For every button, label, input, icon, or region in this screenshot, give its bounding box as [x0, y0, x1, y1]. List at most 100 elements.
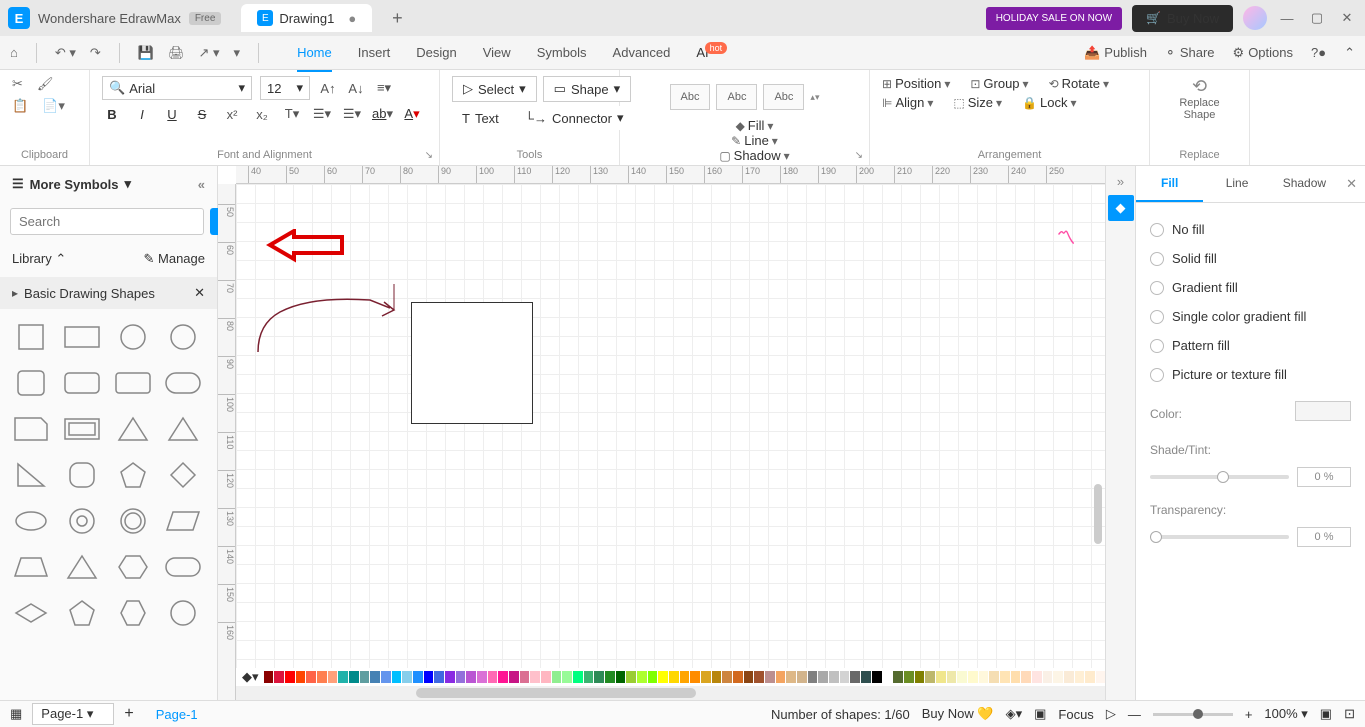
radio-single-gradient[interactable]: Single color gradient fill — [1150, 302, 1351, 331]
shape-diamond[interactable] — [164, 459, 202, 491]
color-cell[interactable] — [658, 671, 668, 683]
zoom-in-icon[interactable]: + — [1245, 707, 1253, 722]
transparency-value[interactable]: 0 % — [1297, 527, 1351, 547]
shape-triangle2[interactable] — [164, 413, 202, 445]
color-cell[interactable] — [915, 671, 925, 683]
close-section-icon[interactable]: ✕ — [194, 285, 205, 301]
shape-parallelogram[interactable] — [164, 505, 202, 537]
color-cell[interactable] — [979, 671, 989, 683]
vertical-scrollbar[interactable] — [1094, 484, 1102, 544]
color-cell[interactable] — [1032, 671, 1042, 683]
color-cell[interactable] — [573, 671, 583, 683]
radio-pattern-fill[interactable]: Pattern fill — [1150, 331, 1351, 360]
color-cell[interactable] — [381, 671, 391, 683]
color-cell[interactable] — [925, 671, 935, 683]
size-button[interactable]: ⬚ Size▾ — [953, 95, 1002, 110]
shape-right-triangle[interactable] — [12, 459, 50, 491]
color-cell[interactable] — [274, 671, 284, 683]
case-button[interactable]: T▾ — [282, 106, 302, 122]
copy-icon[interactable]: 📋 — [12, 98, 28, 114]
transparency-slider[interactable] — [1150, 535, 1289, 539]
color-cell[interactable] — [744, 671, 754, 683]
strike-button[interactable]: S — [192, 107, 212, 122]
share-button[interactable]: ⚬ Share — [1165, 45, 1215, 61]
fit-page-icon[interactable]: ▣ — [1320, 706, 1332, 722]
zoom-value[interactable]: 100% ▾ — [1264, 706, 1307, 722]
color-cell[interactable] — [264, 671, 274, 683]
format-painter-icon[interactable]: 🖌 — [37, 76, 54, 92]
page-tab[interactable]: Page-1 — [144, 707, 210, 722]
size-select[interactable]: 12▾ — [260, 76, 310, 100]
shape-square[interactable] — [12, 321, 50, 353]
color-cell[interactable] — [626, 671, 636, 683]
color-cell[interactable] — [594, 671, 604, 683]
replace-shape-label[interactable]: Replace Shape — [1179, 97, 1219, 121]
select-tool[interactable]: ▷ Select ▾ — [452, 76, 537, 102]
shape-pentagon[interactable] — [114, 459, 152, 491]
menu-ai[interactable]: AIhot — [696, 41, 727, 64]
connector-tool[interactable]: └→ Connector ▾ — [515, 106, 634, 130]
help-icon[interactable]: ?● — [1311, 45, 1326, 60]
color-cell[interactable] — [1075, 671, 1085, 683]
shape-hexagon[interactable] — [114, 551, 152, 583]
color-cell[interactable] — [872, 671, 882, 683]
color-cell[interactable] — [893, 671, 903, 683]
color-cell[interactable] — [850, 671, 860, 683]
shape-triangle[interactable] — [114, 413, 152, 445]
color-cell[interactable] — [477, 671, 487, 683]
redo-icon[interactable]: ↷ — [90, 45, 101, 61]
shape-pill[interactable] — [164, 367, 202, 399]
color-cell[interactable] — [776, 671, 786, 683]
layers-icon[interactable]: ◈▾ — [1006, 706, 1023, 722]
color-cell[interactable] — [317, 671, 327, 683]
color-cell[interactable] — [370, 671, 380, 683]
shape-pentagon2[interactable] — [63, 597, 101, 629]
color-cell[interactable] — [701, 671, 711, 683]
menu-advanced[interactable]: Advanced — [613, 41, 671, 64]
italic-button[interactable]: I — [132, 107, 152, 122]
color-cell[interactable] — [754, 671, 764, 683]
manage-link[interactable]: ✎ Manage — [144, 251, 206, 267]
more-symbols-header[interactable]: ☰ More Symbols▾ « — [0, 166, 217, 202]
undo-icon[interactable]: ↶ ▾ — [55, 45, 76, 61]
color-cell[interactable] — [616, 671, 626, 683]
paste-icon[interactable]: 📄▾ — [42, 98, 65, 114]
color-cell[interactable] — [1096, 671, 1105, 683]
more-qat[interactable]: ▾ — [234, 45, 241, 61]
outline-icon[interactable]: ▦ — [10, 706, 22, 722]
fill-button[interactable]: ◆ Fill▾ — [736, 118, 774, 133]
color-cell[interactable] — [360, 671, 370, 683]
color-cell[interactable] — [1085, 671, 1095, 683]
fit-width-icon[interactable]: ⊡ — [1344, 706, 1355, 722]
focus-button[interactable]: Focus — [1058, 707, 1093, 722]
color-cell[interactable] — [456, 671, 466, 683]
color-cell[interactable] — [509, 671, 519, 683]
user-avatar[interactable] — [1243, 6, 1267, 30]
line-button[interactable]: ✎ Line▾ — [731, 133, 778, 148]
color-cell[interactable] — [690, 671, 700, 683]
shape-tool[interactable]: ▭ Shape ▾ — [543, 76, 631, 102]
shape-rounded-rect[interactable] — [63, 367, 101, 399]
fill-panel-icon[interactable]: ◆ — [1108, 195, 1134, 221]
minimize-button[interactable]: — — [1277, 8, 1297, 28]
section-header[interactable]: ▸ Basic Drawing Shapes✕ — [0, 277, 217, 309]
radio-picture-fill[interactable]: Picture or texture fill — [1150, 360, 1351, 389]
shade-value[interactable]: 0 % — [1297, 467, 1351, 487]
drawn-rectangle[interactable] — [411, 302, 533, 424]
shadow-button[interactable]: ▢ Shadow▾ — [719, 148, 789, 163]
align-button[interactable]: ⊫ Align▾ — [882, 95, 933, 110]
color-cell[interactable] — [829, 671, 839, 683]
color-cell[interactable] — [328, 671, 338, 683]
color-cell[interactable] — [584, 671, 594, 683]
style-preset-2[interactable]: Abc — [716, 84, 757, 110]
color-cell[interactable] — [797, 671, 807, 683]
color-cell[interactable] — [968, 671, 978, 683]
cut-icon[interactable]: ✂ — [12, 76, 23, 92]
export-icon[interactable]: ↗ ▾ — [199, 45, 220, 61]
color-cell[interactable] — [712, 671, 722, 683]
publish-button[interactable]: 📤 Publish — [1084, 45, 1147, 61]
color-cell[interactable] — [1021, 671, 1031, 683]
shape-stadium[interactable] — [164, 551, 202, 583]
fill-picker-icon[interactable]: ◆▾ — [242, 669, 259, 685]
style-more[interactable]: ▴▾ — [810, 92, 819, 103]
